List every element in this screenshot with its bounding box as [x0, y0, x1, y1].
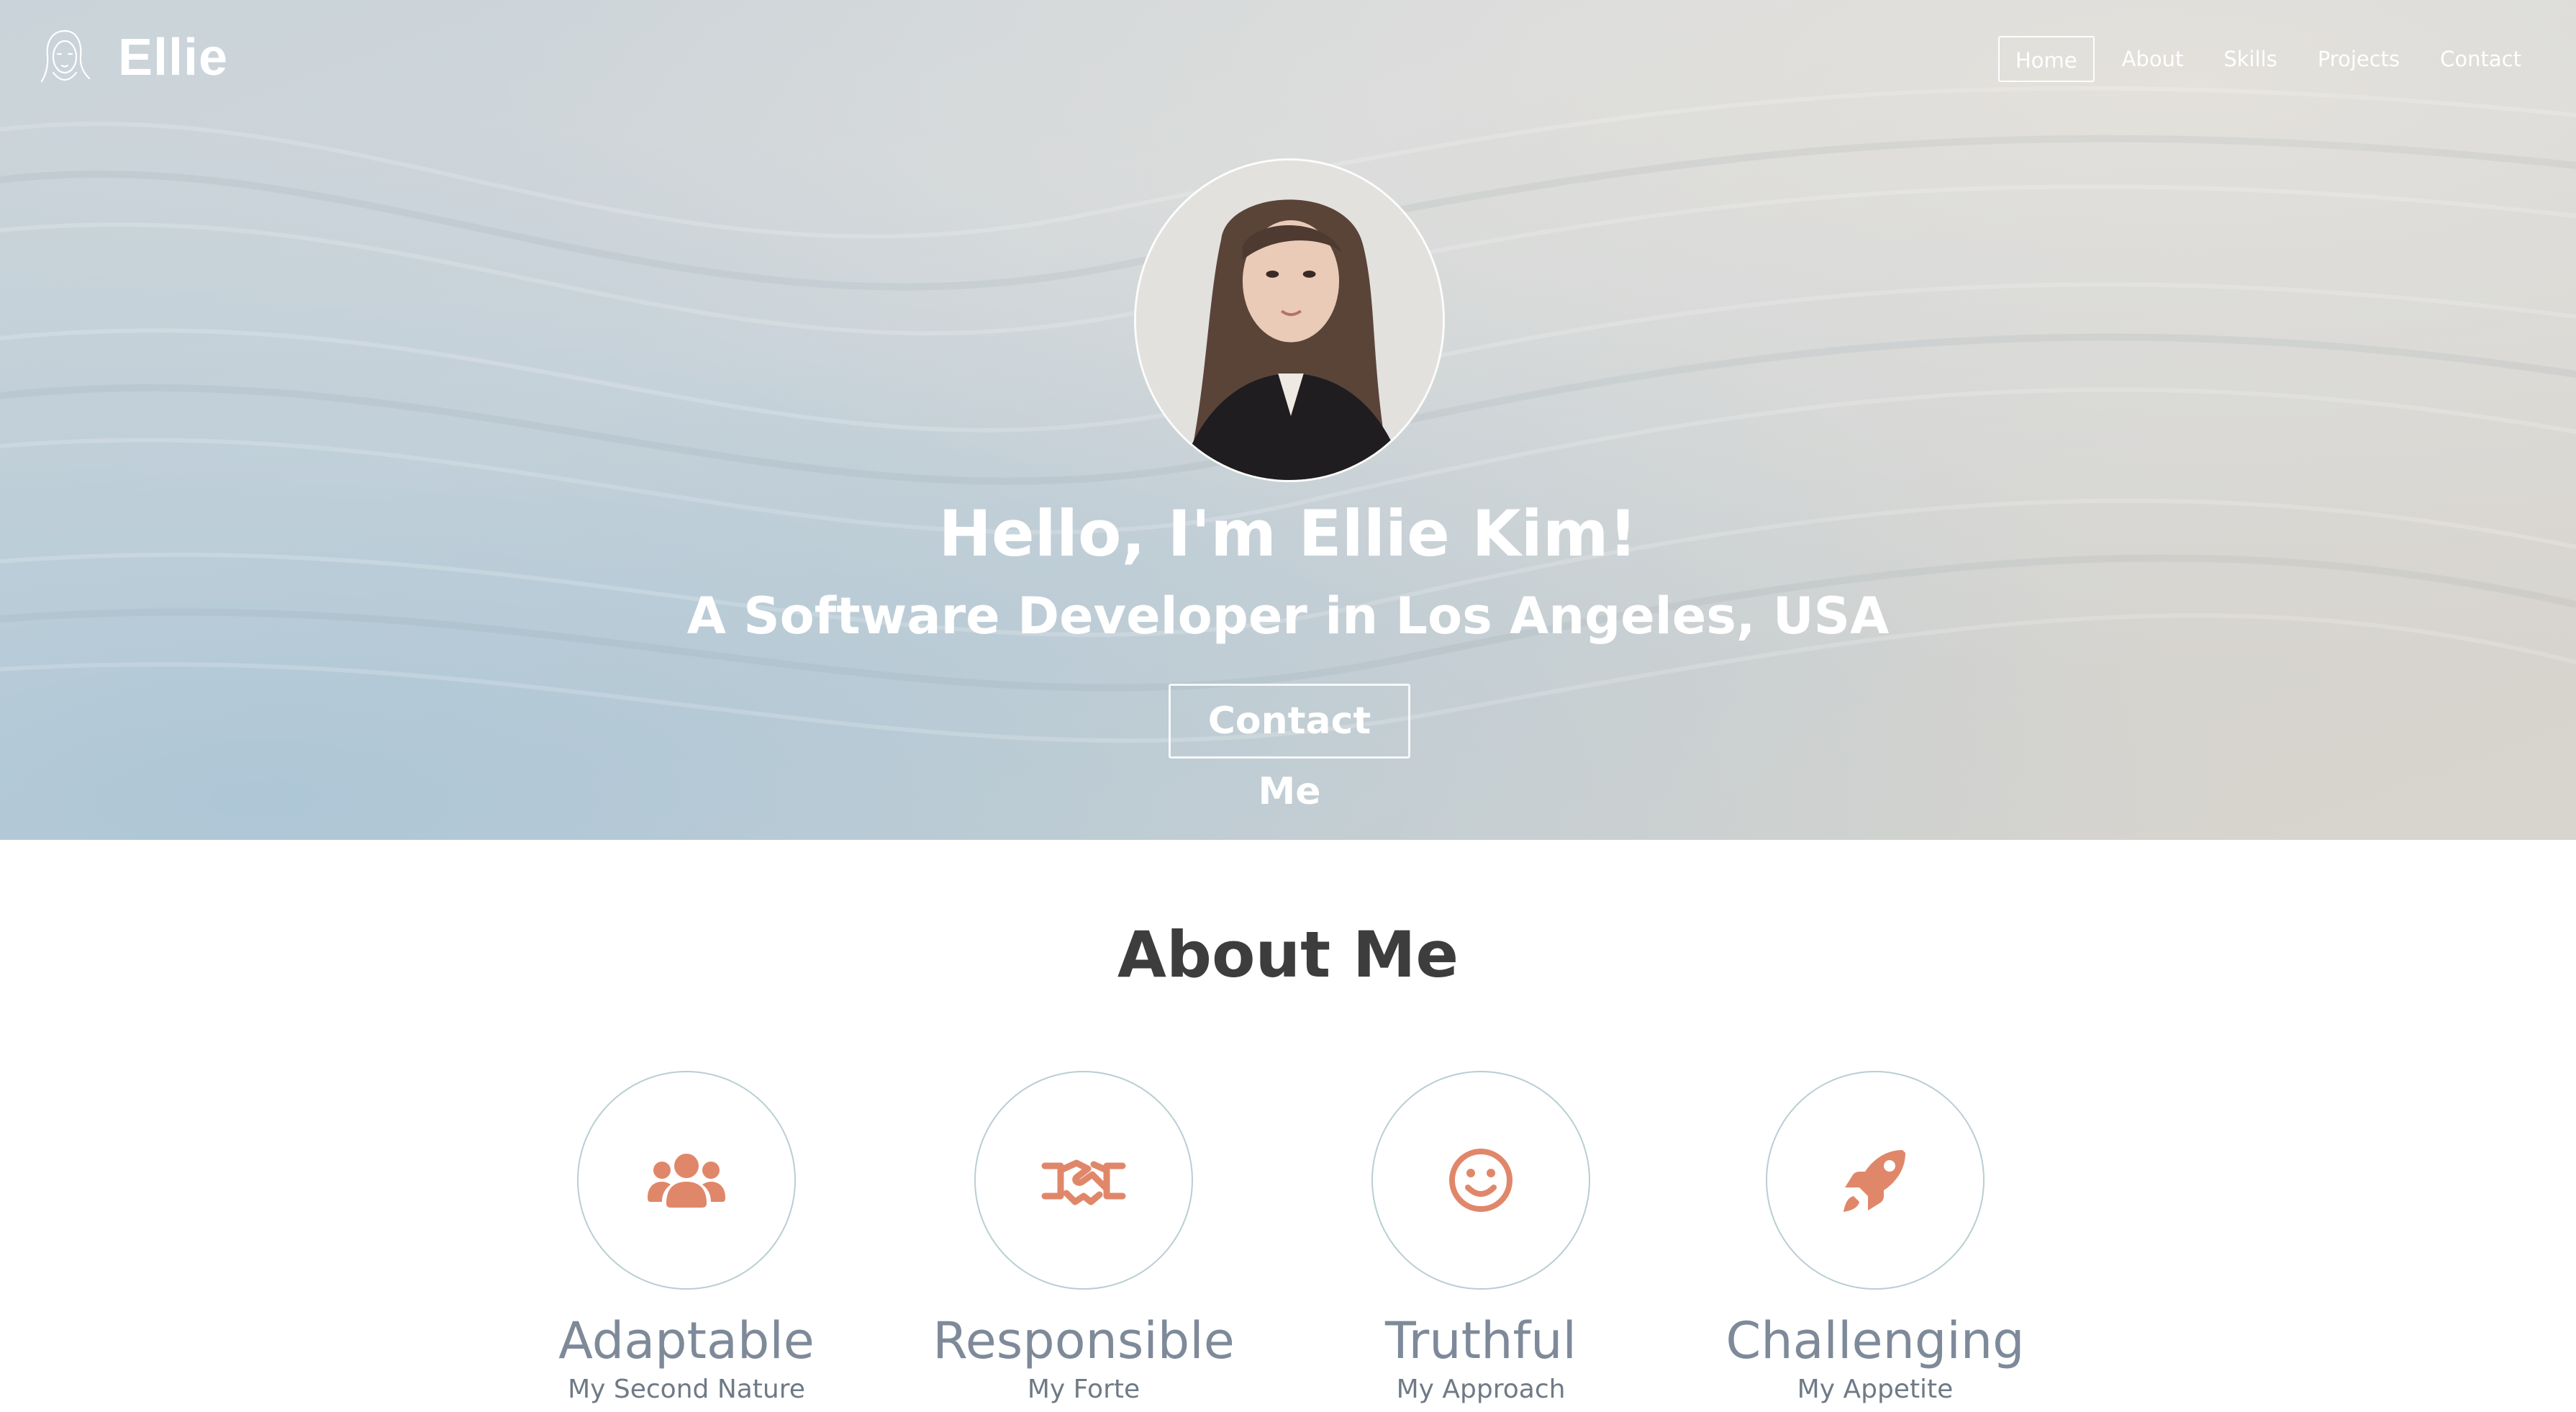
nav-item-projects[interactable]: Projects: [2298, 36, 2420, 82]
trait-title: Responsible: [933, 1311, 1235, 1370]
trait-icon-circle: [1766, 1071, 1985, 1290]
ellie-face-sketch-icon: [40, 30, 91, 83]
hero-section: Ellie Home About Skills Projects Contact…: [0, 0, 2576, 840]
trait-icon-circle: [577, 1071, 796, 1290]
contact-me-button[interactable]: Contact Me: [1169, 684, 1410, 813]
profile-photo: [1134, 158, 1445, 482]
rocket-icon: [1843, 1150, 1905, 1212]
nav-item-home[interactable]: Home: [1997, 36, 2095, 82]
trait-subtitle: My Approach: [1396, 1375, 1566, 1404]
nav-item-contact[interactable]: Contact: [2420, 36, 2541, 82]
trait-title: Challenging: [1725, 1311, 2025, 1370]
trait-subtitle: My Second Nature: [568, 1375, 805, 1404]
brand[interactable]: Ellie: [36, 22, 228, 94]
trait-title: Truthful: [1385, 1311, 1577, 1370]
trait-card-adaptable: Adaptable My Second Nature: [485, 1071, 888, 1404]
trait-title: Adaptable: [558, 1311, 815, 1370]
smile-icon: [1449, 1149, 1513, 1212]
trait-card-responsible: Responsible My Forte: [882, 1071, 1285, 1404]
handshake-icon: [1041, 1159, 1126, 1205]
profile-photo-illustration: [1136, 160, 1443, 480]
trait-subtitle: My Forte: [1027, 1375, 1140, 1404]
trait-icon-circle: [974, 1071, 1193, 1290]
brand-name: Ellie: [118, 29, 229, 86]
hero-title: Hello, I'm Ellie Kim!: [938, 497, 1638, 571]
main-nav: Home About Skills Projects Contact: [1997, 36, 2541, 82]
trait-card-truthful: Truthful My Approach: [1279, 1071, 1682, 1404]
nav-item-about[interactable]: About: [2102, 36, 2204, 82]
nav-item-skills[interactable]: Skills: [2203, 36, 2297, 82]
about-title: About Me: [1117, 918, 1459, 992]
users-group-icon: [648, 1154, 725, 1208]
trait-card-challenging: Challenging My Appetite: [1674, 1071, 2077, 1404]
hero-subtitle: A Software Developer in Los Angeles, USA: [686, 587, 1890, 646]
trait-icon-circle: [1371, 1071, 1590, 1290]
trait-subtitle: My Appetite: [1797, 1375, 1954, 1404]
